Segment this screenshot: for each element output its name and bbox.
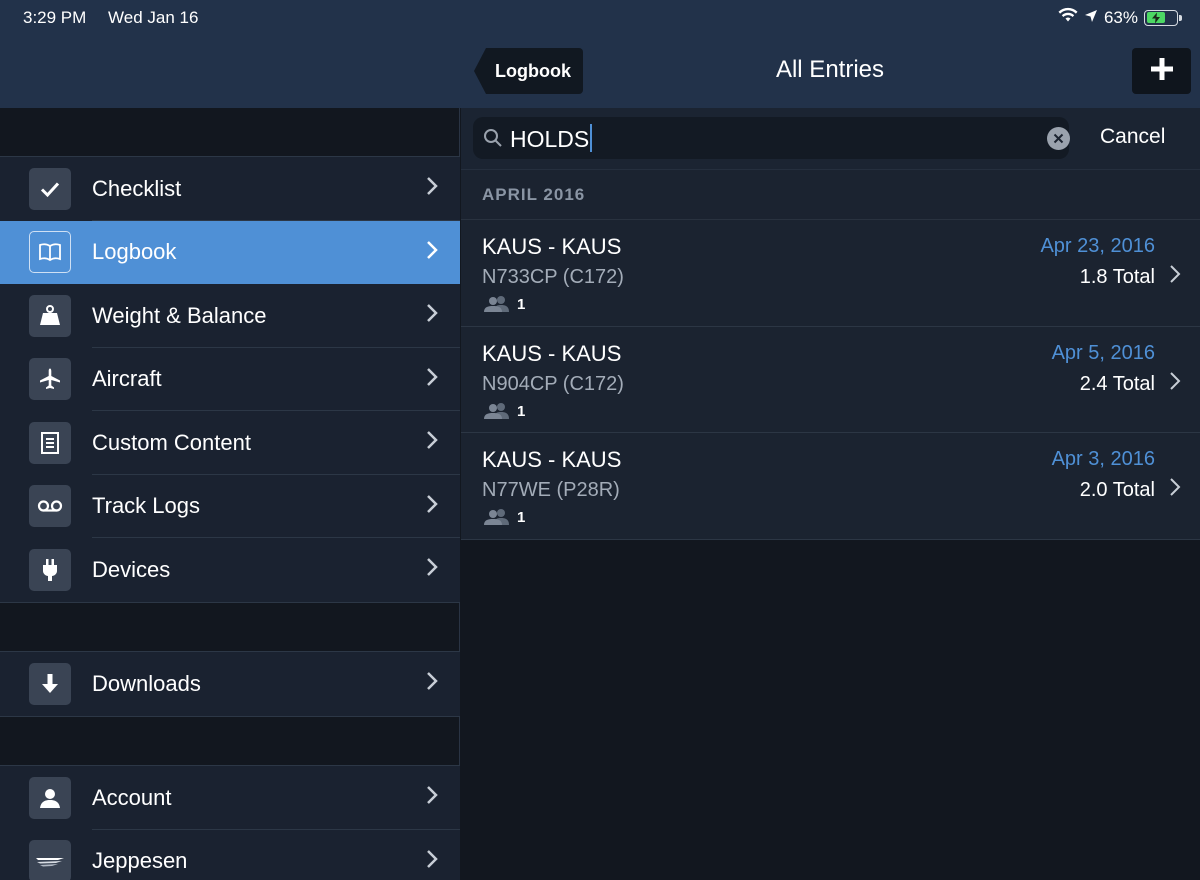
entries-list: KAUS - KAUS N733CP (C172) 1 Apr 23, 2016… <box>461 220 1200 540</box>
entry-date: Apr 3, 2016 <box>1051 448 1155 470</box>
chevron-right-icon <box>1168 264 1182 289</box>
sidebar-main-group: Checklist Logbook Weight & Balance Aircr… <box>0 156 460 603</box>
sidebar: Checklist Logbook Weight & Balance Aircr… <box>0 108 460 880</box>
entry-date: Apr 23, 2016 <box>1040 235 1155 257</box>
sidebar-item-label: Account <box>92 784 172 810</box>
person-icon <box>29 776 71 819</box>
chevron-right-icon <box>425 785 439 810</box>
sidebar-item-label: Weight & Balance <box>92 302 267 328</box>
section-title: APRIL 2016 <box>482 185 586 204</box>
people-icon <box>482 295 512 318</box>
search-input[interactable]: HOLDS <box>473 117 1070 159</box>
back-button[interactable]: Logbook <box>474 48 583 94</box>
document-icon <box>29 421 71 464</box>
sidebar-item-label: Checklist <box>92 175 182 201</box>
chevron-right-icon <box>425 494 439 519</box>
add-entry-button[interactable] <box>1132 48 1191 94</box>
sidebar-item-track-logs[interactable]: Track Logs <box>0 475 460 538</box>
people-icon <box>482 402 512 425</box>
battery-icon <box>1144 9 1182 26</box>
entry-route: KAUS - KAUS <box>482 447 622 472</box>
chevron-right-icon <box>425 430 439 455</box>
sidebar-item-weight-balance[interactable]: Weight & Balance <box>0 284 460 348</box>
text-caret <box>590 124 593 152</box>
page-title: All Entries <box>775 56 885 83</box>
clear-search-button[interactable] <box>1047 127 1070 150</box>
sidebar-item-label: Custom Content <box>92 429 251 455</box>
sidebar-item-downloads[interactable]: Downloads <box>0 652 460 716</box>
chevron-right-icon <box>425 671 439 696</box>
section-header: APRIL 2016 <box>461 170 1200 220</box>
entry-total: 2.4 Total <box>1079 372 1155 395</box>
entry-date: Apr 5, 2016 <box>1051 341 1155 364</box>
sidebar-account-group: Account Jeppesen <box>0 765 460 880</box>
sidebar-downloads-group: Downloads <box>0 651 460 717</box>
wifi-icon <box>1058 7 1078 28</box>
download-icon <box>29 662 71 705</box>
people-icon <box>482 508 512 531</box>
search-icon <box>483 128 503 153</box>
tape-icon <box>29 485 71 528</box>
entry-aircraft: N733CP (C172) <box>482 266 624 288</box>
chevron-right-icon <box>1168 371 1182 396</box>
back-button-label: Logbook <box>495 60 571 81</box>
cancel-button[interactable]: Cancel <box>1100 125 1165 149</box>
chevron-right-icon <box>425 849 439 874</box>
plus-icon <box>1150 57 1174 86</box>
sidebar-item-label: Track Logs <box>92 493 201 519</box>
sidebar-item-aircraft[interactable]: Aircraft <box>0 348 460 411</box>
battery-percent: 63% <box>1103 7 1138 27</box>
sidebar-item-jeppesen[interactable]: Jeppesen <box>0 830 460 880</box>
sidebar-item-label: Logbook <box>92 239 177 265</box>
location-arrow-icon <box>1084 8 1098 28</box>
sidebar-item-label: Jeppesen <box>92 848 188 874</box>
entry-aircraft: N77WE (P28R) <box>482 479 620 501</box>
chevron-right-icon <box>425 303 439 328</box>
entry-route: KAUS - KAUS <box>482 340 622 366</box>
logbook-entry-row[interactable]: KAUS - KAUS N733CP (C172) 1 Apr 23, 2016… <box>461 220 1200 327</box>
sidebar-item-devices[interactable]: Devices <box>0 538 460 602</box>
entry-total: 2.0 Total <box>1079 479 1155 501</box>
logbook-entry-row[interactable]: KAUS - KAUS N77WE (P28R) 1 Apr 3, 2016 2… <box>461 433 1200 540</box>
weight-icon <box>29 294 71 337</box>
search-bar: HOLDS Cancel <box>461 108 1200 170</box>
jeppesen-icon <box>29 840 71 880</box>
sidebar-item-label: Devices <box>92 556 171 582</box>
entry-people-count: 1 <box>517 296 526 313</box>
sidebar-item-checklist[interactable]: Checklist <box>0 157 460 221</box>
sidebar-item-account[interactable]: Account <box>0 766 460 830</box>
status-time: 3:29 PM <box>23 8 87 27</box>
entry-people-count: 1 <box>517 402 526 420</box>
top-bar: 3:29 PM Wed Jan 16 63% Logbook All Entri… <box>0 0 1200 108</box>
close-icon <box>1053 133 1064 144</box>
chevron-right-icon <box>425 176 439 201</box>
chevron-right-icon <box>425 240 439 265</box>
plug-icon <box>29 548 71 591</box>
sidebar-item-logbook[interactable]: Logbook <box>0 220 460 284</box>
airplane-icon <box>29 358 71 401</box>
checkmark-icon <box>29 167 71 210</box>
sidebar-item-label: Downloads <box>92 670 201 696</box>
entry-total: 1.8 Total <box>1079 266 1155 288</box>
status-indicators: 63% <box>1058 7 1182 28</box>
search-input-value: HOLDS <box>510 124 593 153</box>
entry-aircraft: N904CP (C172) <box>482 372 624 395</box>
chevron-right-icon <box>425 557 439 582</box>
status-date: Wed Jan 16 <box>108 8 199 27</box>
sidebar-item-label: Aircraft <box>92 366 162 392</box>
entries-pane: HOLDS Cancel APRIL 2016 KAUS - KAUS N733… <box>461 108 1200 880</box>
sidebar-item-custom-content[interactable]: Custom Content <box>0 411 460 475</box>
book-icon <box>29 231 71 274</box>
entry-route: KAUS - KAUS <box>482 234 622 259</box>
chevron-right-icon <box>1168 477 1182 502</box>
battery-level <box>1146 12 1165 23</box>
logbook-entry-row[interactable]: KAUS - KAUS N904CP (C172) 1 Apr 5, 2016 … <box>461 326 1200 433</box>
chevron-right-icon <box>425 367 439 392</box>
entry-people-count: 1 <box>517 509 526 526</box>
